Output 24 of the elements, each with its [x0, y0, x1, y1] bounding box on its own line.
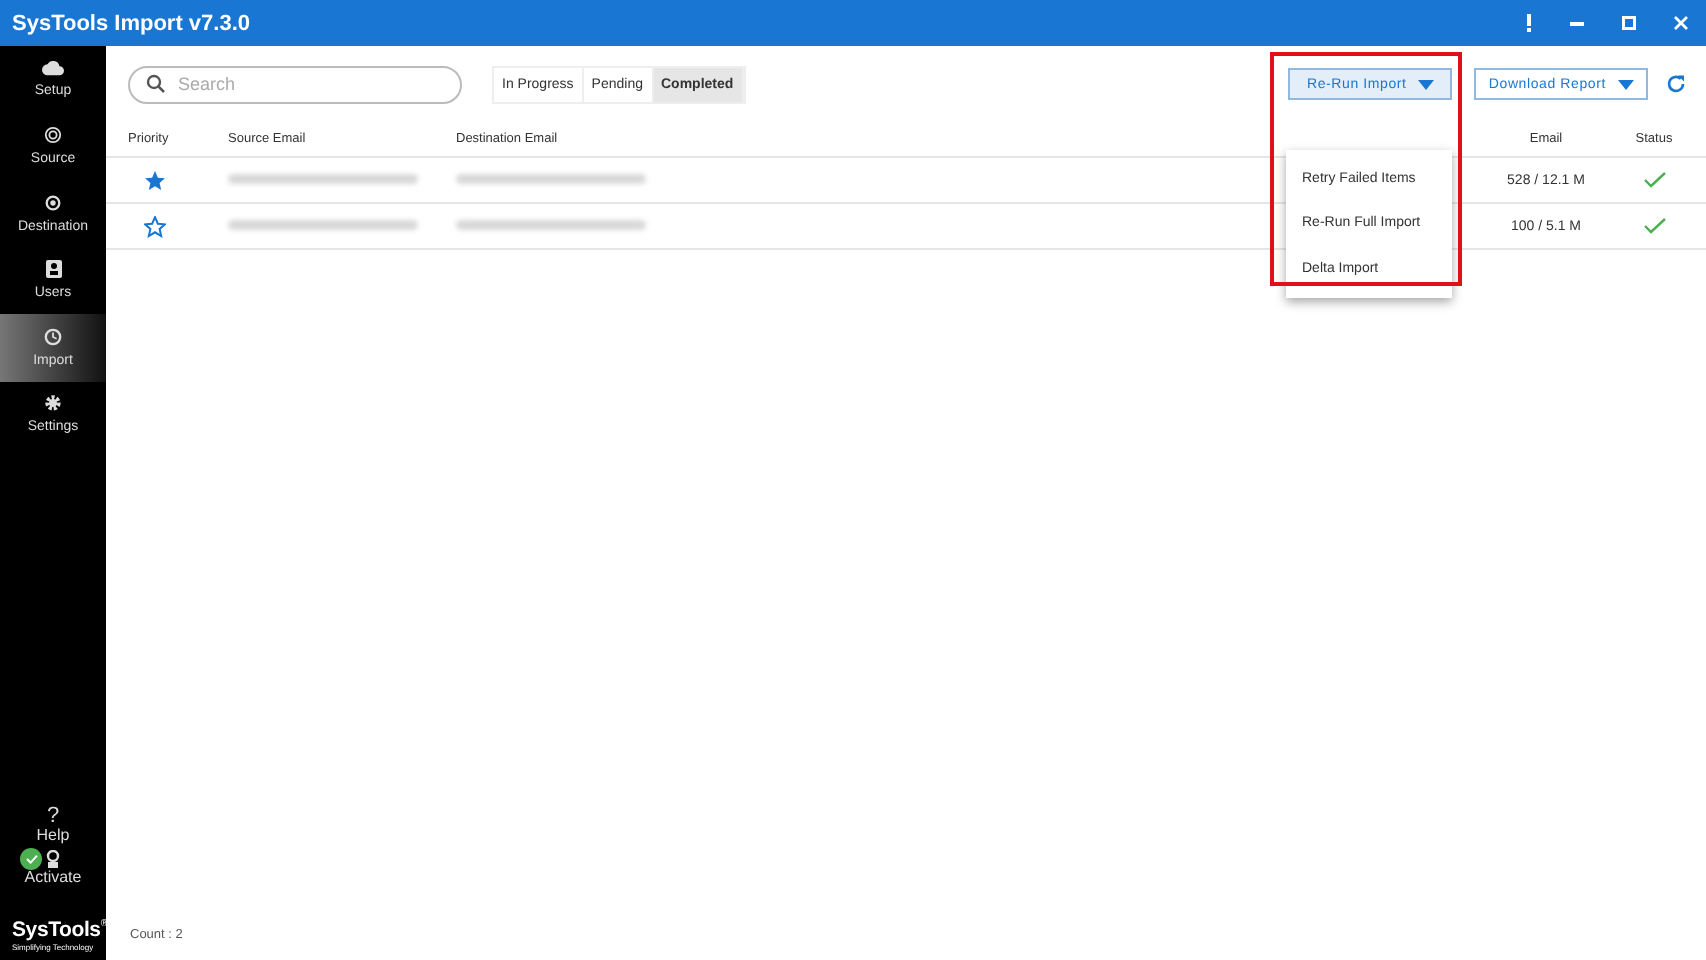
key-icon [46, 850, 60, 868]
more-icon[interactable] [1526, 14, 1532, 32]
user-icon [45, 260, 61, 279]
settings-icon [44, 394, 62, 413]
target-icon [44, 126, 62, 145]
minimize-icon[interactable] [1570, 21, 1584, 25]
search-icon [146, 73, 166, 93]
filled-star-icon[interactable] [144, 169, 166, 191]
caret-icon [1418, 79, 1435, 89]
refresh-icon[interactable] [1666, 74, 1686, 94]
cloud-icon [42, 60, 64, 77]
maximize-icon[interactable] [1622, 16, 1636, 30]
outline-star-icon[interactable] [144, 215, 166, 237]
check-icon [1643, 172, 1665, 188]
caret-icon [1618, 79, 1634, 89]
help-item[interactable]: ? Help [0, 808, 106, 844]
clock-icon [44, 327, 62, 346]
search-field[interactable]: Search [128, 65, 462, 103]
activate-item[interactable]: Activate [24, 868, 82, 886]
window-title: SysTools Import v7.3.0 [12, 11, 253, 35]
close-icon[interactable] [1674, 16, 1688, 30]
target-icon [44, 193, 62, 212]
check-icon [1643, 218, 1665, 234]
logo-name: SysTools [12, 918, 101, 942]
